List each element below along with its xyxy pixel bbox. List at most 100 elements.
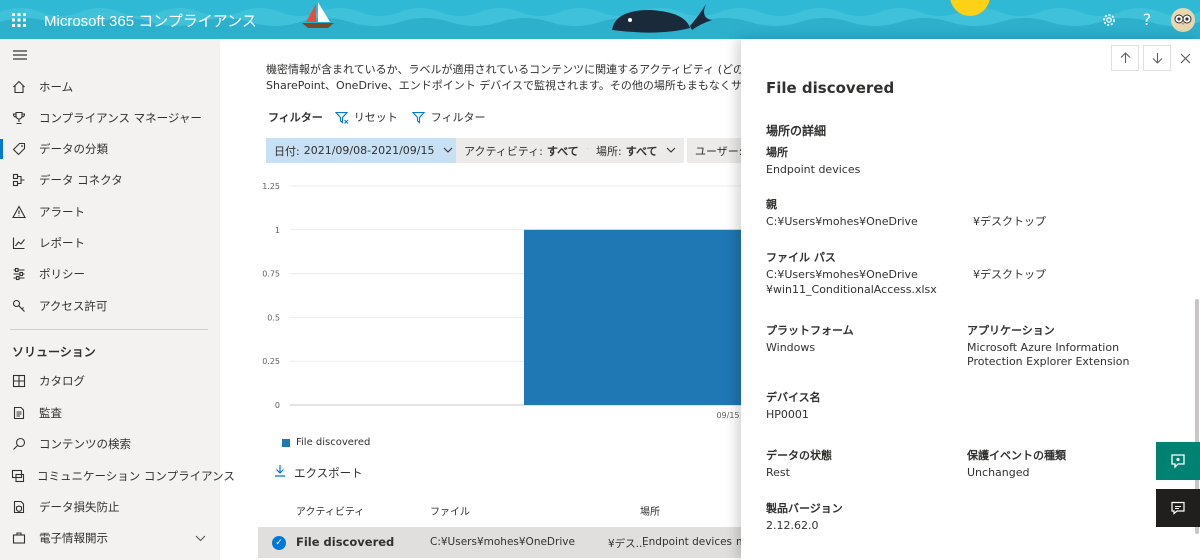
app-title[interactable]: Microsoft 365 コンプライアンス	[44, 10, 257, 31]
hamburger-menu-icon[interactable]	[12, 49, 28, 61]
filter-icon	[411, 111, 426, 124]
sliders-icon	[11, 266, 27, 282]
settings-button[interactable]	[1090, 0, 1128, 39]
product-version-value: 2.12.62.0	[766, 519, 819, 532]
product-version-label: 製品バージョン	[766, 502, 843, 515]
chat-button[interactable]	[1156, 489, 1200, 527]
y-tick-label: 1	[275, 226, 280, 235]
device-name-label: デバイス名	[766, 391, 821, 404]
activity-filter-value: すべて	[546, 144, 579, 158]
connector-icon	[11, 172, 27, 188]
legend-label: File discovered	[296, 437, 371, 448]
y-tick-label: 1.25	[262, 182, 280, 191]
nav-item-label: 監査	[39, 406, 62, 420]
close-panel-button[interactable]	[1174, 47, 1196, 69]
nav-item-label: ポリシー	[39, 267, 85, 281]
download-icon	[274, 464, 286, 481]
table-row[interactable]: ✓ File discovered C:¥Users¥mohes¥OneDriv…	[258, 527, 748, 558]
filepath-label: ファイル パス	[766, 251, 836, 264]
parent-label: 親	[766, 198, 777, 211]
filter-reset-icon	[334, 111, 349, 124]
search-icon	[11, 436, 27, 452]
nav-item-audit[interactable]: 監査	[0, 399, 220, 427]
chevron-down-icon	[443, 145, 453, 156]
nav-item-label: コンテンツの検索	[39, 437, 131, 451]
waffle-icon	[12, 12, 26, 27]
date-filter-key: 日付:	[274, 144, 300, 158]
nav-item-label: レポート	[39, 236, 85, 250]
nav-item-permissions[interactable]: アクセス許可	[0, 292, 220, 320]
nav-item-label: データ コネクタ	[39, 173, 123, 187]
chevron-down-icon[interactable]	[195, 532, 206, 545]
nav-item-label: データの分類	[39, 142, 108, 156]
nav-item-label: データ損失防止	[39, 500, 120, 514]
description-line-2: SharePoint、OneDrive、エンドポイント デバイスで監視されます。…	[266, 79, 766, 92]
arrow-up-icon	[1120, 52, 1130, 63]
nav-item-label: カタログ	[39, 374, 85, 388]
reset-label: リセット	[353, 111, 398, 124]
row-activity: File discovered	[296, 535, 395, 549]
nav-divider	[10, 329, 208, 330]
feedback-button[interactable]	[1156, 442, 1200, 480]
table-header: アクティビティ ファイル 場所	[258, 499, 758, 519]
column-header-activity[interactable]: アクティビティ	[296, 503, 364, 518]
date-filter-pill[interactable]: 日付: 2021/09/08-2021/09/15	[266, 138, 461, 163]
chat-icon	[1171, 501, 1185, 515]
nav-item-ediscovery[interactable]: 電子情報開示	[0, 524, 220, 552]
location-value: Endpoint devices	[766, 163, 861, 176]
reset-filters-button[interactable]: リセット	[334, 109, 398, 125]
next-item-button[interactable]	[1143, 45, 1171, 71]
activity-bar-chart: 0 0.25 0.5 0.75 1 1.25 09/15	[262, 182, 750, 420]
shield-document-icon	[11, 499, 27, 515]
protection-event-label: 保護イベントの種類	[967, 449, 1066, 462]
nav-item-data-loss-prevention[interactable]: データ損失防止	[0, 493, 220, 521]
nav-item-home[interactable]: ホーム	[0, 73, 220, 101]
briefcase-icon	[11, 530, 27, 546]
nav-item-compliance-manager[interactable]: コンプライアンス マネージャー	[0, 104, 220, 132]
nav-item-data-connectors[interactable]: データ コネクタ	[0, 166, 220, 194]
feedback-icon	[1171, 454, 1185, 469]
activity-filter-pill[interactable]: アクティビティ: すべて	[456, 138, 605, 163]
previous-item-button[interactable]	[1111, 45, 1139, 71]
y-tick-label: 0.75	[262, 270, 280, 279]
nav-section-solutions: ソリューション	[12, 345, 96, 359]
column-header-location[interactable]: 場所	[640, 503, 660, 518]
nav-item-data-classification[interactable]: データの分類	[0, 135, 220, 163]
tag-icon	[11, 141, 27, 157]
filepath-value-line2: ¥win11_ConditionalAccess.xlsx	[766, 283, 937, 296]
filters-button[interactable]: フィルター	[411, 109, 486, 125]
row-file: C:¥Users¥mohes¥OneDrive	[430, 536, 575, 548]
device-name-value: HP0001	[766, 408, 809, 421]
y-tick-label: 0	[275, 401, 280, 410]
filters-label: フィルター	[430, 111, 486, 124]
nav-item-communication-compliance[interactable]: コミュニケーション コンプライアンス	[0, 462, 235, 490]
nav-item-reports[interactable]: レポート	[0, 229, 220, 257]
nav-item-alerts[interactable]: アラート	[0, 198, 220, 226]
row-selected-check-icon[interactable]: ✓	[272, 536, 286, 550]
user-avatar[interactable]	[1166, 0, 1200, 39]
export-label: エクスポート	[294, 465, 363, 480]
chart-legend: File discovered	[282, 437, 370, 448]
chat-window-icon	[11, 468, 25, 484]
y-tick-label: 0.25	[262, 357, 280, 366]
bar[interactable]	[524, 229, 750, 405]
page-description: 機密情報が含まれているか、ラベルが適用されているコンテンツに関連するアクティビテ…	[266, 62, 766, 94]
nav-item-policies[interactable]: ポリシー	[0, 260, 220, 288]
nav-item-content-search[interactable]: コンテンツの検索	[0, 430, 220, 458]
help-button[interactable]: ?	[1128, 0, 1166, 39]
app-launcher-button[interactable]	[0, 0, 38, 39]
nav-item-catalog[interactable]: カタログ	[0, 367, 220, 395]
application-value-line2: Protection Explorer Extension	[967, 355, 1130, 368]
key-icon	[11, 298, 27, 314]
location-filter-pill[interactable]: 場所: すべて	[588, 138, 684, 163]
column-header-file[interactable]: ファイル	[430, 503, 470, 518]
left-navigation: ホーム コンプライアンス マネージャー データの分類 データ コネクタ アラート…	[0, 39, 235, 560]
nav-item-label: アラート	[39, 205, 85, 219]
user-filter-pill[interactable]: ユーザー:す	[687, 138, 747, 163]
close-icon	[1180, 53, 1190, 63]
x-tick-label: 09/15	[716, 411, 739, 420]
date-filter-value: 2021/09/08-2021/09/15	[303, 144, 435, 157]
owl-avatar-icon	[1171, 7, 1195, 32]
export-button[interactable]: エクスポート	[274, 464, 363, 481]
data-state-label: データの状態	[766, 449, 832, 462]
